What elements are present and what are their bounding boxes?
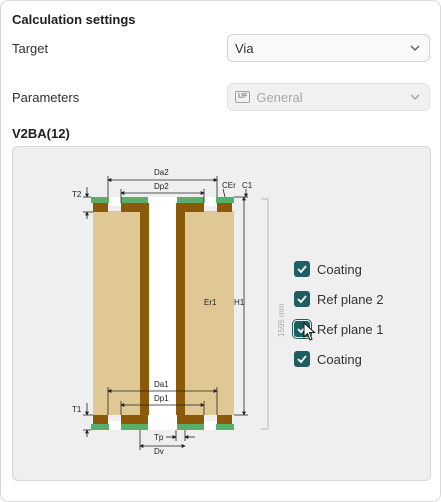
top-pad-left <box>93 203 108 212</box>
via-cross-section: Da2 Dp2 CEr C1 T2 Er1 H1 Da1 Dp1 T1 Tp D… <box>72 168 286 456</box>
label-h1: H1 <box>234 298 245 307</box>
label-da1: Da1 <box>154 380 169 389</box>
target-select[interactable]: Via <box>227 34 430 62</box>
parameters-label: Parameters <box>12 90 80 105</box>
target-value: Via <box>235 40 254 56</box>
checkbox-coating-top[interactable]: Coating <box>294 260 362 278</box>
label-dp2: Dp2 <box>154 182 169 191</box>
bottom-pad-mid-right <box>177 415 204 424</box>
calculation-settings-panel: Calculation settings Target Via Paramete… <box>0 0 441 502</box>
checkbox-checked-icon[interactable] <box>294 351 310 367</box>
via-diagram: Da2 Dp2 CEr C1 T2 Er1 H1 Da1 Dp1 T1 Tp D… <box>12 146 431 481</box>
label-cer: CEr <box>222 181 236 190</box>
top-pad-right <box>217 203 232 212</box>
checkbox-label: Coating <box>317 261 362 277</box>
mouse-cursor-icon <box>303 322 316 341</box>
dimension-1595: 1595 mm <box>277 303 286 337</box>
label-dp1: Dp1 <box>154 394 169 403</box>
barrel-right <box>176 203 185 419</box>
label-dv: Dv <box>154 447 164 456</box>
parameters-select: UF General <box>227 83 430 111</box>
checkbox-checked-icon[interactable] <box>294 261 310 277</box>
label-t2: T2 <box>72 190 82 199</box>
dielectric-left <box>93 211 140 415</box>
section-title: V2BA(12) <box>12 126 70 141</box>
checkbox-ref-plane-2[interactable]: Ref plane 2 <box>294 290 384 308</box>
barrel-left <box>140 203 149 419</box>
checkbox-label: Coating <box>317 351 362 367</box>
dielectric-right <box>184 211 234 415</box>
checkbox-checked-icon[interactable] <box>294 291 310 307</box>
label-er1: Er1 <box>204 298 217 307</box>
label-c1: C1 <box>242 181 253 190</box>
label-tp: Tp <box>154 433 164 442</box>
chevron-down-icon <box>410 94 420 100</box>
target-label: Target <box>12 41 49 56</box>
panel-title: Calculation settings <box>12 12 136 27</box>
parameters-value: General <box>256 89 303 105</box>
checkbox-coating-bottom[interactable]: Coating <box>294 350 362 368</box>
bottom-pad-right <box>217 415 232 424</box>
label-da2: Da2 <box>154 168 169 177</box>
uf-badge-icon: UF <box>235 91 251 103</box>
label-t1: T1 <box>72 405 82 414</box>
checkbox-label: Ref plane 2 <box>317 291 384 307</box>
chevron-down-icon <box>410 45 420 51</box>
bottom-pad-mid-left <box>121 415 148 424</box>
checkbox-label: Ref plane 1 <box>317 321 384 337</box>
bottom-pad-left <box>93 415 108 424</box>
